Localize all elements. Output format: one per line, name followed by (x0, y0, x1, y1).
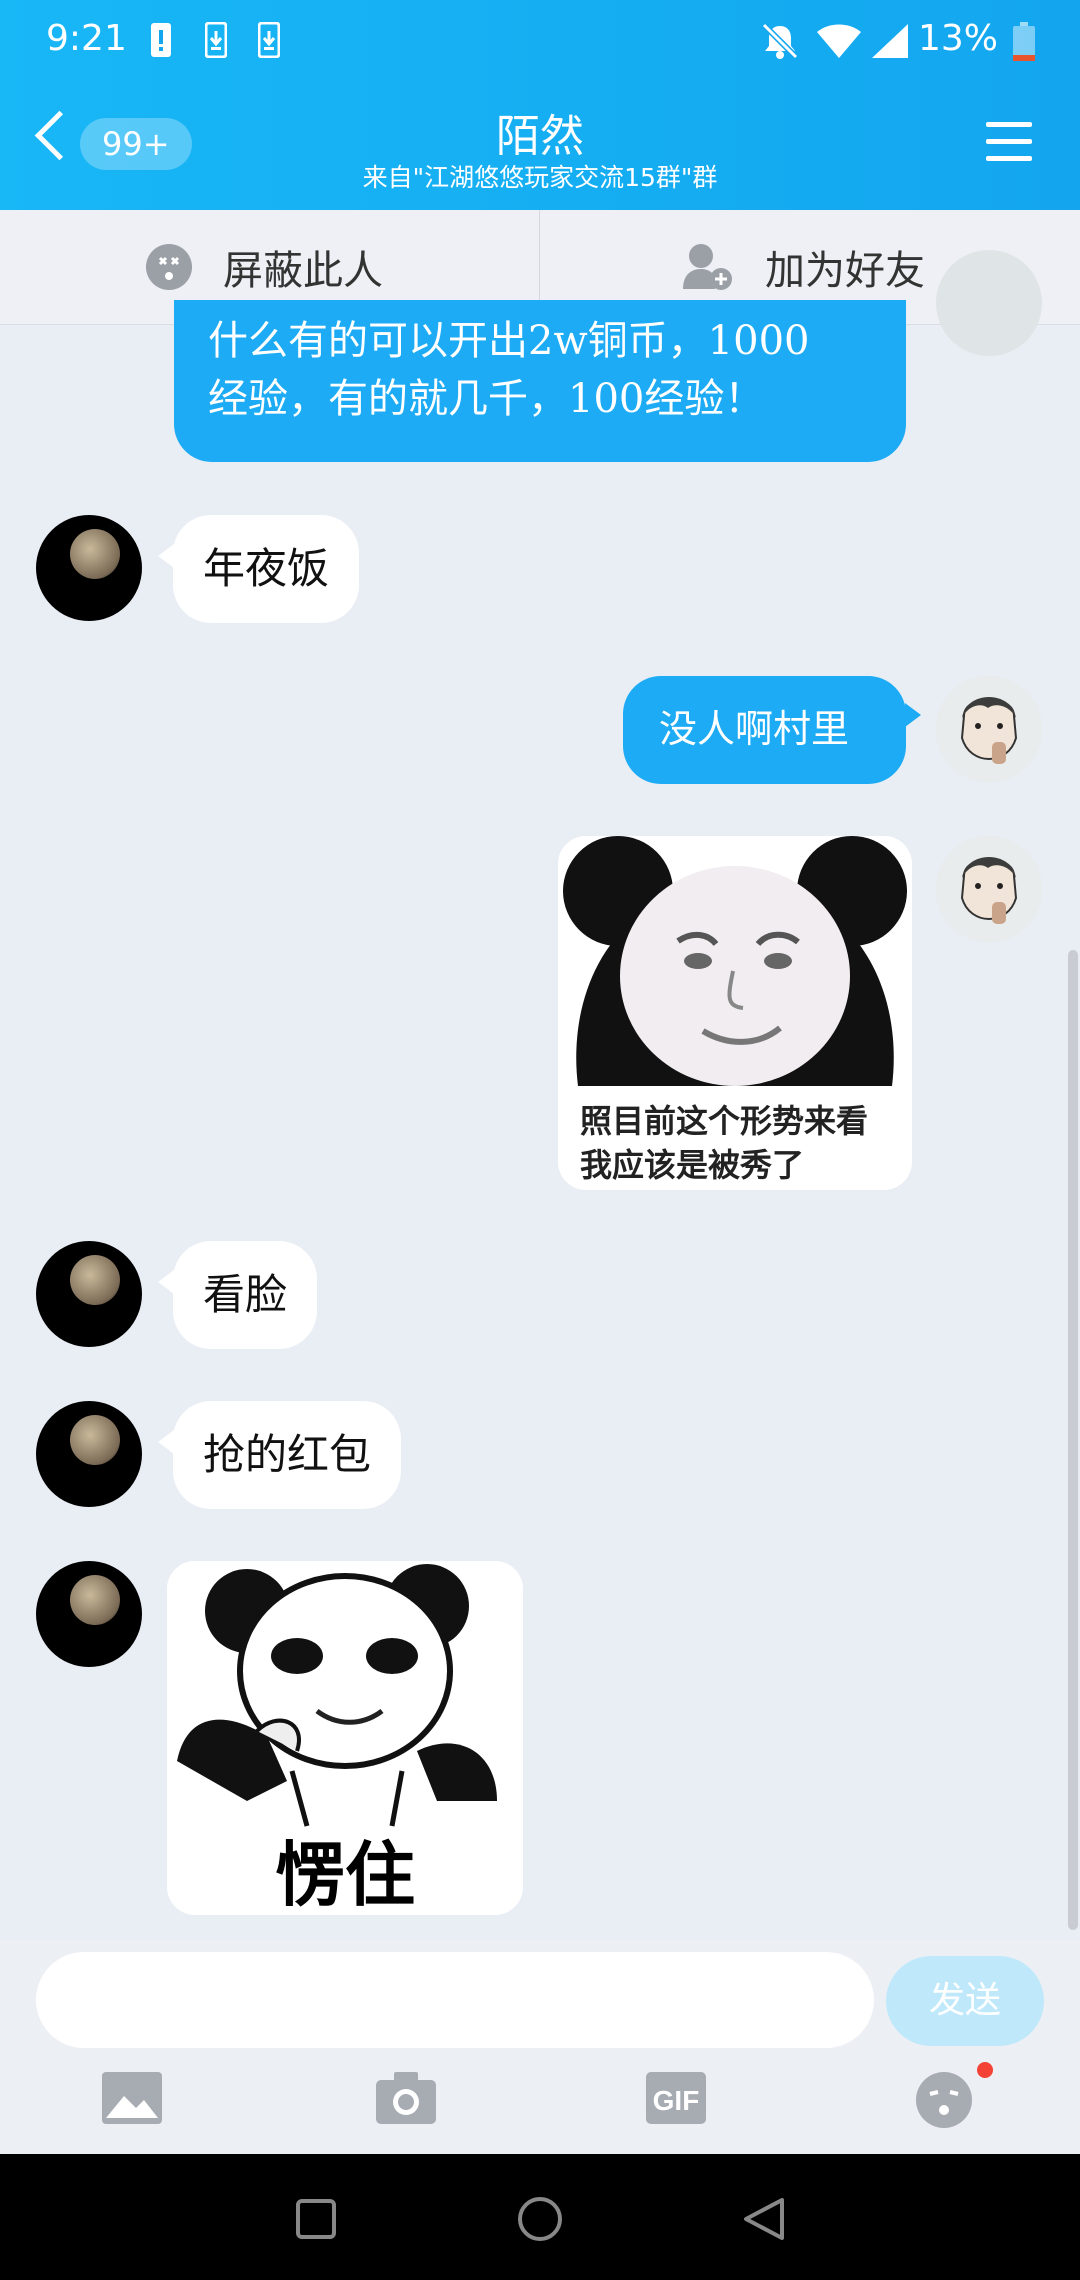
system-nav-bar (0, 2154, 1080, 2280)
sticker-caption: 我应该是被秀了 (580, 1146, 805, 1184)
download-notification-icon-2 (257, 21, 281, 62)
send-button[interactable]: 发送 (886, 1956, 1044, 2046)
my-avatar[interactable] (936, 676, 1042, 782)
download-notification-icon (204, 21, 228, 62)
page-subtitle: 来自"江湖悠悠玩家交流15群"群 (362, 163, 718, 192)
image-picker-icon[interactable] (100, 2070, 170, 2134)
sticker-message[interactable]: 愣住 (167, 1561, 523, 1915)
bubble-tail (158, 1270, 174, 1294)
gif-label: GIF (653, 2085, 700, 2116)
page-title: 陌然 (496, 111, 584, 162)
recents-button[interactable] (296, 2199, 336, 2239)
home-button[interactable] (518, 2197, 562, 2241)
chat-header: 9:21 13% 99+ 陌然 来自"江湖悠悠玩家交流15群"群 (0, 0, 1080, 210)
block-face-icon (146, 244, 192, 290)
message-input[interactable] (36, 1952, 874, 2048)
sender-avatar[interactable] (36, 515, 142, 621)
block-user-label: 屏蔽此人 (223, 248, 383, 294)
alert-notification-icon (150, 22, 172, 62)
my-avatar[interactable] (936, 250, 1042, 356)
sender-avatar[interactable] (36, 1561, 142, 1667)
message-bubble-incoming[interactable]: 看脸 (173, 1241, 318, 1349)
gif-icon[interactable]: GIF (644, 2070, 714, 2134)
sticker-caption: 愣住 (275, 1834, 415, 1915)
bubble-tail (158, 544, 174, 568)
sticker-message[interactable]: 照目前这个形势来看 我应该是被秀了 (558, 836, 912, 1190)
panda-sticker-image (558, 836, 912, 1096)
back-button[interactable] (742, 2196, 786, 2242)
battery-icon (1012, 22, 1036, 66)
mute-icon (760, 22, 800, 64)
message-bubble-incoming[interactable]: 抢的红包 (173, 1401, 402, 1509)
my-avatar[interactable] (936, 836, 1042, 942)
add-friend-icon (683, 244, 732, 290)
bubble-tail (158, 1430, 174, 1454)
composer: 发送 GIF (0, 1940, 1080, 2154)
sticker-caption: 照目前这个形势来看 (580, 1102, 869, 1140)
message-bubble-outgoing[interactable]: 没人啊村里 (623, 676, 906, 784)
sender-avatar[interactable] (36, 1241, 142, 1347)
wifi-icon (815, 22, 863, 64)
message-text: 没人啊村里 (659, 707, 850, 751)
battery-percent: 13% (917, 18, 998, 59)
message-bubble-outgoing[interactable]: 什么有的可以开出2w铜币，1000 经验，有的就几千，100经验！ (174, 300, 906, 462)
menu-icon[interactable] (986, 122, 1032, 162)
add-friend-label: 加为好友 (765, 248, 925, 294)
status-time: 9:21 (46, 18, 127, 59)
bubble-tail (905, 703, 921, 727)
message-text: 年夜饭 (203, 544, 330, 593)
sender-avatar[interactable] (36, 1401, 142, 1507)
panda-sticker-image (167, 1561, 523, 1831)
scrollbar[interactable] (1068, 950, 1078, 1930)
emoji-icon[interactable] (914, 2070, 984, 2134)
notification-dot (977, 2062, 993, 2078)
camera-icon[interactable] (374, 2070, 444, 2134)
user-portrait-icon (936, 676, 1042, 782)
message-text: 看脸 (203, 1270, 288, 1319)
message-text: 抢的红包 (203, 1430, 372, 1479)
cell-signal-icon (870, 22, 910, 64)
message-text: 经验，有的就几千，100经验！ (208, 376, 765, 422)
message-bubble-incoming[interactable]: 年夜饭 (173, 515, 360, 623)
user-portrait-icon (936, 836, 1042, 942)
message-text: 什么有的可以开出2w铜币，1000 (208, 318, 810, 364)
